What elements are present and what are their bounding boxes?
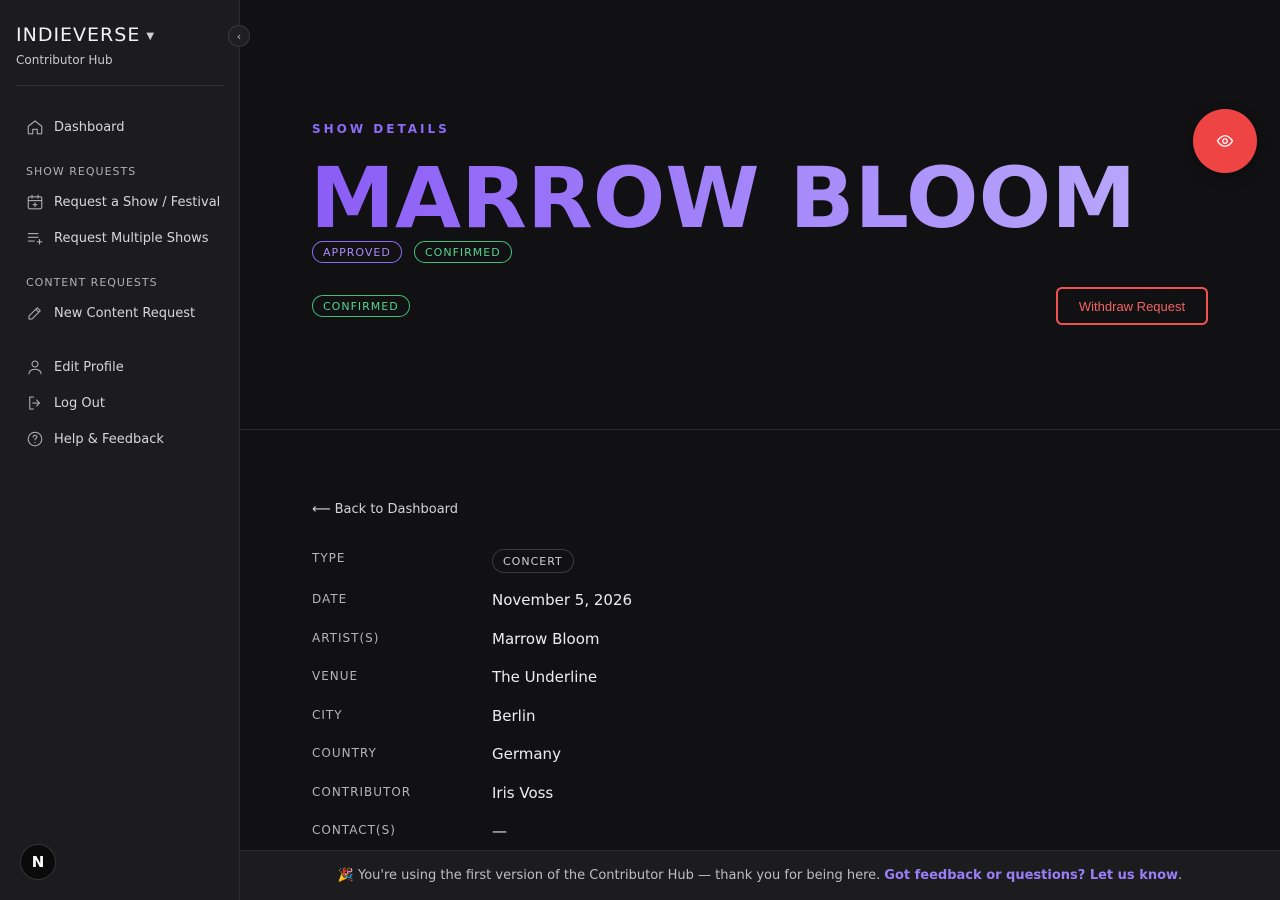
sidebar-item-log-out[interactable]: Log Out [26, 393, 105, 413]
brand-subtitle: Contributor Hub [16, 53, 113, 67]
withdraw-request-button[interactable]: Withdraw Request [1056, 287, 1208, 325]
feedback-link[interactable]: Got feedback or questions? Let us know [884, 868, 1178, 883]
section-heading-content-requests: CONTENT REQUESTS [26, 276, 158, 289]
home-icon [27, 120, 43, 135]
detail-value-date: November 5, 2026 [492, 591, 633, 609]
banner-message: You're using the first version of the Co… [357, 868, 881, 883]
eye-icon [1216, 135, 1234, 147]
sidebar-item-new-content[interactable]: New Content Request [26, 303, 195, 323]
collapse-sidebar-button[interactable]: ‹ [228, 25, 250, 47]
sidebar-item-help[interactable]: Help & Feedback [26, 429, 164, 449]
list-plus-icon [27, 232, 43, 245]
banner-trailing: . [1178, 868, 1183, 883]
status-badge-confirmed: CONFIRMED [414, 241, 512, 263]
sidebar-item-request-show[interactable]: Request a Show / Festival [26, 192, 220, 212]
sidebar-item-request-multiple[interactable]: Request Multiple Shows [26, 228, 209, 248]
sidebar-item-label: Request Multiple Shows [54, 230, 209, 246]
brand-switcher[interactable]: INDIEVERSE ▼ [16, 24, 155, 46]
status-badge-approved: APPROVED [312, 241, 402, 263]
sidebar-item-label: Dashboard [54, 119, 125, 135]
sidebar-item-label: Edit Profile [54, 359, 124, 375]
sidebar: INDIEVERSE ▼ Contributor Hub Dashboard S… [0, 0, 240, 900]
detail-label-contacts: CONTACT(S) [312, 823, 396, 837]
page-title: MARROW BLOOM [310, 149, 1137, 247]
detail-value-contributor: Iris Voss [492, 784, 554, 802]
arrow-left-icon: ⟵ [312, 502, 331, 517]
detail-label-artists: ARTIST(S) [312, 631, 380, 645]
user-icon [28, 360, 42, 375]
section-heading-show-requests: SHOW REQUESTS [26, 165, 137, 178]
detail-label-country: COUNTRY [312, 746, 377, 760]
sidebar-item-dashboard[interactable]: Dashboard [26, 117, 125, 137]
dev-tools-badge[interactable]: N [20, 844, 56, 880]
detail-value-artists: Marrow Bloom [492, 630, 600, 648]
party-icon: 🎉 [337, 868, 354, 883]
type-chip: CONCERT [492, 549, 574, 573]
sidebar-item-label: Help & Feedback [54, 431, 164, 447]
detail-label-city: CITY [312, 708, 343, 722]
chevron-down-icon: ▼ [146, 30, 156, 42]
page-eyebrow: SHOW DETAILS [312, 122, 450, 136]
detail-label-contributor: CONTRIBUTOR [312, 785, 412, 799]
detail-value-city: Berlin [492, 707, 536, 725]
back-link-label: Back to Dashboard [334, 502, 459, 517]
detail-value-country: Germany [492, 745, 561, 763]
help-circle-icon [27, 431, 43, 447]
detail-label-venue: VENUE [312, 669, 359, 683]
sidebar-divider [16, 85, 223, 86]
detail-value-venue: The Underline [492, 668, 598, 686]
calendar-plus-icon [27, 194, 43, 210]
app-root: INDIEVERSE ▼ Contributor Hub Dashboard S… [0, 0, 1280, 900]
preview-button[interactable] [1193, 109, 1257, 173]
detail-value-contacts: — [492, 822, 507, 840]
sidebar-item-label: Log Out [54, 395, 105, 411]
back-to-dashboard-link[interactable]: ⟵ Back to Dashboard [312, 502, 458, 517]
sidebar-item-label: New Content Request [54, 305, 196, 321]
chevron-left-icon: ‹ [236, 29, 242, 43]
show-hero: SHOW DETAILS MARROW BLOOM APPROVED CONFI… [240, 0, 1280, 430]
detail-label-type: TYPE [312, 551, 346, 565]
sidebar-item-edit-profile[interactable]: Edit Profile [26, 357, 124, 377]
sidebar-item-label: Request a Show / Festival [54, 194, 221, 210]
pencil-icon [28, 307, 41, 320]
logout-icon [29, 396, 41, 410]
brand-name: INDIEVERSE [16, 24, 141, 46]
detail-label-date: DATE [312, 592, 348, 606]
feedback-banner: 🎉 You're using the first version of the … [240, 850, 1280, 900]
status-badge-secondary: CONFIRMED [312, 295, 410, 317]
